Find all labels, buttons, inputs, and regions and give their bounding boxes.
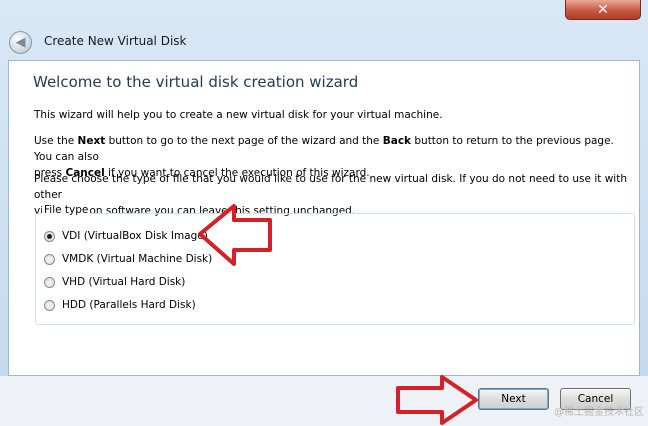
window-title: Create New Virtual Disk: [44, 34, 187, 48]
help-text-line: Please choose the type of file that you …: [34, 173, 627, 201]
radio-option-vhd[interactable]: VHD (Virtual Hard Disk): [44, 276, 185, 288]
close-icon: ✕: [597, 1, 609, 18]
nav-text-part: Use the: [34, 135, 78, 147]
back-button[interactable]: ◀: [9, 31, 32, 54]
page-title: Welcome to the virtual disk creation wiz…: [33, 73, 359, 91]
radio-label: HDD (Parallels Hard Disk): [62, 299, 196, 311]
back-arrow-icon: ◀: [15, 35, 26, 50]
watermark: @稀土掘金技术社区: [554, 407, 644, 418]
radio-label: VMDK (Virtual Machine Disk): [62, 253, 213, 265]
nav-text-back-word: Back: [382, 135, 412, 147]
annotation-arrow-icon: [396, 375, 478, 425]
nav-text-next-word: Next: [77, 135, 106, 147]
intro-text: This wizard will help you to create a ne…: [34, 109, 443, 121]
annotation-arrow-icon: [198, 204, 272, 266]
radio-option-vdi[interactable]: VDI (VirtualBox Disk Image): [44, 230, 208, 242]
radio-dot: [47, 233, 52, 239]
radio-label: VHD (Virtual Hard Disk): [62, 276, 186, 288]
dialog-window: ✕ ◀ Create New Virtual Disk Welcome to t…: [0, 0, 648, 426]
title-bar: ◀ Create New Virtual Disk: [0, 22, 648, 60]
next-button[interactable]: Next: [478, 388, 549, 410]
radio-label: VDI (VirtualBox Disk Image): [62, 230, 208, 242]
radio-button[interactable]: [44, 253, 55, 265]
wizard-page: Welcome to the virtual disk creation wiz…: [8, 60, 640, 376]
radio-option-vmdk[interactable]: VMDK (Virtual Machine Disk): [44, 253, 212, 265]
radio-option-hdd[interactable]: HDD (Parallels Hard Disk): [44, 299, 196, 311]
button-bar: Next Cancel: [0, 376, 648, 426]
close-button[interactable]: ✕: [565, 0, 641, 20]
radio-button[interactable]: [44, 276, 55, 288]
nav-text-part: button to go to the next page of the wiz…: [105, 135, 383, 147]
radio-button-selected[interactable]: [44, 230, 55, 242]
file-type-group-label: File type: [42, 204, 91, 216]
file-type-help-text: Please choose the type of file that you …: [34, 171, 634, 219]
radio-button[interactable]: [44, 299, 55, 311]
